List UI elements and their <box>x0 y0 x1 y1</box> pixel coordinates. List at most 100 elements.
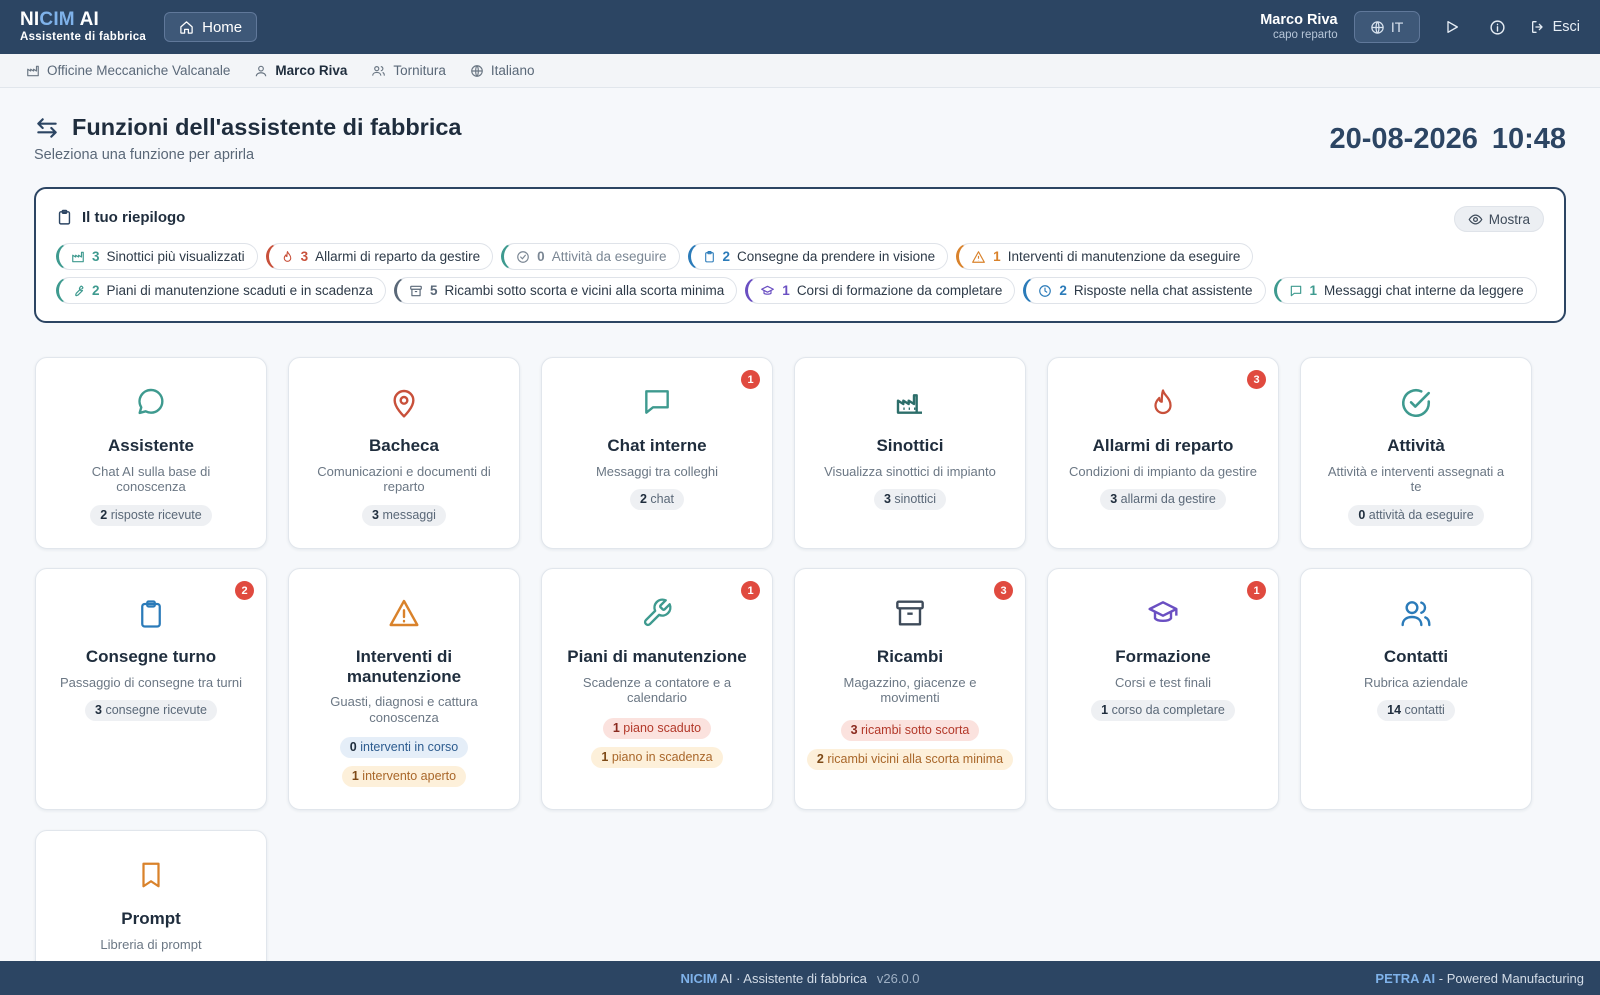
chip-attivita[interactable]: 0 Attività da eseguire <box>501 243 680 270</box>
card-title: Interventi di manutenzione <box>346 647 462 686</box>
warning-icon <box>389 599 419 627</box>
card-title: Contatti <box>1383 647 1449 666</box>
globe-icon <box>471 64 483 77</box>
card-count-pill: 3 allarmi da gestire <box>1100 489 1226 511</box>
context-user: Marco Riva <box>254 63 347 78</box>
map-pin-icon <box>393 389 415 418</box>
card-count-pill: 1 corso da completare <box>1091 700 1235 722</box>
archive-box-icon <box>896 600 924 626</box>
context-language: Italiano <box>470 63 534 78</box>
play-icon <box>1446 21 1458 33</box>
clipboard-icon <box>704 250 714 262</box>
brand-subtitle: Assistente di fabbrica <box>20 31 147 44</box>
card-allarmi[interactable]: 3 Allarmi di reparto Condizioni di impia… <box>1047 357 1279 549</box>
user-block: Marco Riva capo reparto <box>1260 13 1337 41</box>
clipboard-icon <box>58 209 71 225</box>
message-square-icon <box>645 390 669 414</box>
message-icon <box>1290 285 1301 296</box>
summary-row-1: 3 Sinottici più visualizzati 3 Allarmi di … <box>56 243 1254 270</box>
switch-arrows-icon <box>37 117 57 138</box>
card-description: Scadenze a contatore e a calendario <box>582 674 732 706</box>
card-count-pill: 3 messaggi <box>362 504 446 526</box>
summary-row-2: 2 Piani di manutenzione scaduti e in scad… <box>56 277 1537 304</box>
chip-risposte[interactable]: 2 Risposte nella chat assistente <box>1023 277 1266 304</box>
card-count-pill: 14 contatti <box>1377 700 1455 722</box>
info-icon <box>1490 19 1505 35</box>
current-date: 20-08-2026 <box>1329 123 1478 155</box>
language-button[interactable]: IT <box>1353 11 1420 43</box>
chip-ricambi[interactable]: 5 Ricambi sotto scorta e vicini alla scor… <box>393 277 738 304</box>
card-description: Chat AI sulla base di conoscenza <box>91 463 211 495</box>
card-description: Comunicazioni e documenti di reparto <box>317 463 491 495</box>
card-description: Libreria di prompt <box>100 936 202 952</box>
card-contatti[interactable]: Contatti Rubrica aziendale 14 contatti <box>1300 568 1532 810</box>
card-description: Attività e interventi assegnati a te <box>1327 463 1505 495</box>
card-title: Sinottici <box>876 436 944 455</box>
summary-title: Il tuo riepilogo <box>56 209 185 226</box>
chip-allarmi[interactable]: 3 Allarmi di reparto da gestire <box>265 243 494 270</box>
card-formazione[interactable]: 1 Formazione Corsi e test finali 1 corso… <box>1047 568 1279 810</box>
card-attivita[interactable]: Attività Attività e interventi assegnati… <box>1300 357 1532 549</box>
interventi-in-corso-pill: 0 interventi in corso <box>339 737 469 759</box>
check-circle-icon <box>1401 388 1431 418</box>
card-chat-interne[interactable]: 1 Chat interne Messaggi tra colleghi 2 c… <box>541 357 773 549</box>
card-description: Condizioni di impianto da gestire <box>1069 463 1257 479</box>
card-description: Passaggio di consegne tra turni <box>59 674 243 690</box>
page-title-text: Funzioni dell'assistente di fabbrica <box>72 114 462 140</box>
context-bar: Officine Meccaniche Valcanale Marco Riva… <box>0 54 1600 88</box>
page-title: Funzioni dell'assistente di fabbrica <box>34 114 462 141</box>
chip-piani[interactable]: 2 Piani di manutenzione scaduti e in scad… <box>56 277 386 304</box>
card-interventi[interactable]: Interventi di manutenzione Guasti, diagn… <box>288 568 520 810</box>
eye-icon <box>1468 213 1483 225</box>
chip-sinottici[interactable]: 3 Sinottici più visualizzati <box>56 243 258 270</box>
factory-icon <box>27 65 39 76</box>
chip-formazione[interactable]: 1 Corsi di formazione da completare <box>745 277 1016 304</box>
page-header: Funzioni dell'assistente di fabbrica Sel… <box>34 114 462 163</box>
clipboard-icon <box>141 600 161 628</box>
chip-messaggi[interactable]: 1 Messaggi chat interne da leggere <box>1273 277 1537 304</box>
card-title: Consegne turno <box>85 647 217 666</box>
intervento-aperto-pill: 1 intervento aperto <box>341 766 467 788</box>
card-assistente[interactable]: Assistente Chat AI sulla base di conosce… <box>35 357 267 549</box>
brand[interactable]: NICIM AI Assistente di fabbrica <box>20 10 146 44</box>
chip-interventi[interactable]: 1 Interventi di manutenzione da eseguire <box>956 243 1254 270</box>
globe-icon <box>1371 20 1384 34</box>
users-icon <box>1401 601 1431 627</box>
piano-in-scadenza-pill: 1 piano in scadenza <box>591 746 723 768</box>
show-summary-button[interactable]: Mostra <box>1453 206 1544 232</box>
card-prompt[interactable]: Prompt Libreria di prompt <box>35 830 267 980</box>
chip-consegne[interactable]: 2 Consegne da prendere in visione <box>687 243 949 270</box>
card-sinottici[interactable]: Sinottici Visualizza sinottici di impian… <box>794 357 1026 549</box>
user-icon <box>256 65 267 76</box>
home-button[interactable]: Home <box>164 12 258 42</box>
card-title: Assistente <box>108 436 194 455</box>
app-version: v26.0.0 <box>876 970 920 986</box>
warning-icon <box>972 250 986 263</box>
card-title: Chat interne <box>607 436 707 455</box>
card-bacheca[interactable]: Bacheca Comunicazioni e documenti di rep… <box>288 357 520 549</box>
flame-icon <box>283 250 291 262</box>
card-title: Allarmi di reparto <box>1092 436 1234 455</box>
users-icon <box>372 65 386 76</box>
home-icon <box>180 20 193 34</box>
footer-brand: NICIM AI · Assistente di fabbrica v26.0.0 <box>680 970 920 986</box>
card-consegne-turno[interactable]: 2 Consegne turno Passaggio di consegne t… <box>35 568 267 810</box>
info-button[interactable] <box>1484 13 1512 41</box>
card-count-pill: 0 attività da eseguire <box>1348 504 1484 526</box>
card-ricambi[interactable]: 3 Ricambi Magazzino, giacenze e moviment… <box>794 568 1026 810</box>
footer-powered-by: PETRA AI - Powered Manufacturing <box>1375 970 1584 986</box>
flame-icon <box>1154 389 1172 415</box>
ricambi-sotto-scorta-pill: 3 ricambi sotto scorta <box>840 719 980 741</box>
wrench-icon <box>643 598 672 627</box>
ricambi-scorta-minima-pill: 2 ricambi vicini alla scorta minima <box>806 748 1014 770</box>
card-piani-manutenzione[interactable]: 1 Piani di manutenzione Scadenze a conta… <box>541 568 773 810</box>
chat-bubble-icon <box>138 388 164 415</box>
top-bar: NICIM AI Assistente di fabbrica Home Mar… <box>0 0 1600 54</box>
card-description: Guasti, diagnosi e cattura conoscenza <box>330 694 478 725</box>
play-button[interactable] <box>1438 13 1466 41</box>
card-title: Attività <box>1387 436 1445 455</box>
language-label: IT <box>1390 19 1404 35</box>
exit-button[interactable]: Esci <box>1530 19 1580 35</box>
card-description: Visualizza sinottici di impianto <box>824 463 996 479</box>
factory-icon <box>72 251 84 262</box>
